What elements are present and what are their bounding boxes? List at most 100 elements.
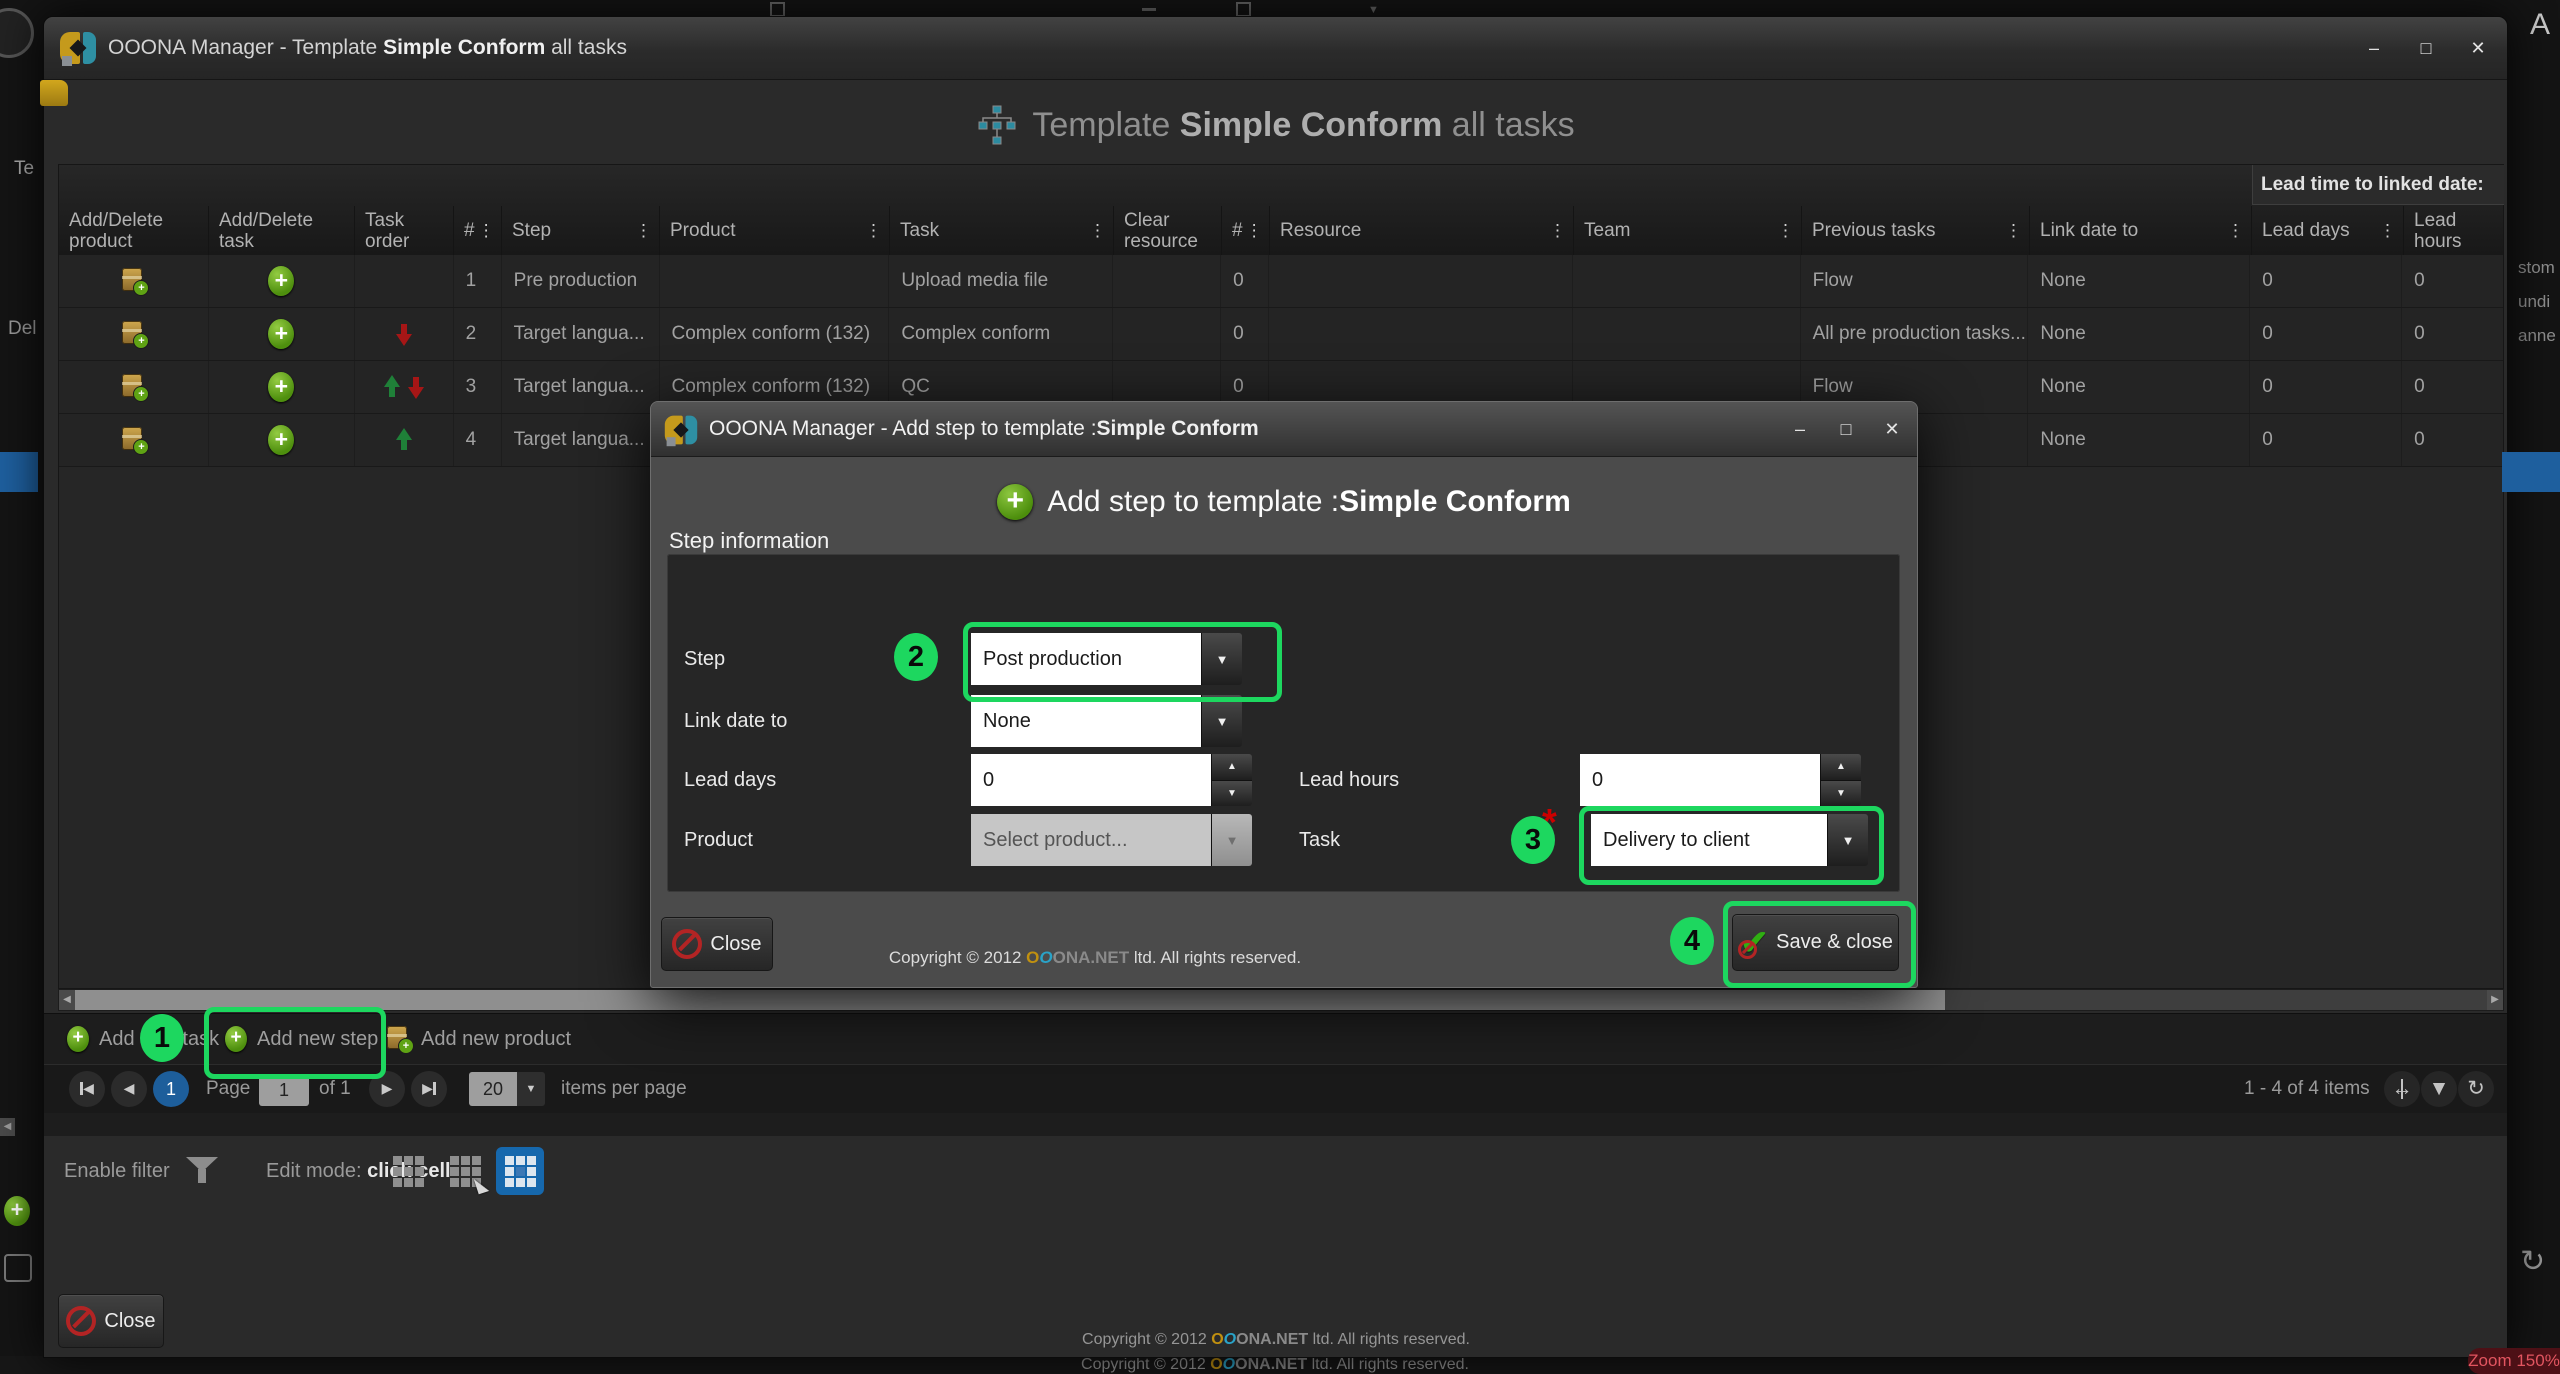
cell-resource-count[interactable]: 0 <box>1221 255 1269 307</box>
maximize-icon[interactable]: □ <box>2411 35 2441 61</box>
move-down-icon[interactable] <box>395 322 413 346</box>
cell-link-date-to[interactable]: None <box>2028 361 2250 413</box>
cell-lead-days[interactable]: 0 <box>2250 255 2402 307</box>
cell-previous-tasks[interactable]: All pre production tasks... <box>1801 308 2029 360</box>
add-task-icon[interactable]: + <box>268 425 294 455</box>
scroll-right-icon[interactable]: ▶ <box>2487 990 2503 1010</box>
cell-clear-resource[interactable] <box>1113 308 1221 360</box>
column-menu-icon[interactable]: ⋮ <box>2002 221 2025 241</box>
add-product-icon[interactable]: + <box>120 320 146 348</box>
previous-page-button[interactable]: ◀ <box>111 1071 147 1107</box>
column-header-step[interactable]: Step⋮ <box>502 206 660 255</box>
cell-resource-count[interactable]: 0 <box>1221 308 1269 360</box>
lead-hours-spinner[interactable]: 0 ▲▼ <box>1580 754 1861 806</box>
cell-lead-hours[interactable]: 0 <box>2402 361 2503 413</box>
column-header-clear-resource[interactable]: Clear resource <box>1114 206 1222 255</box>
column-header-resource[interactable]: Resource⋮ <box>1270 206 1574 255</box>
column-menu-icon[interactable]: ⋮ <box>2376 221 2399 241</box>
cell-lead-hours[interactable]: 0 <box>2402 255 2503 307</box>
cell-number[interactable]: 1 <box>454 255 502 307</box>
cell-lead-days[interactable]: 0 <box>2250 308 2402 360</box>
minimize-icon[interactable]: – <box>2359 35 2389 61</box>
add-product-icon[interactable]: + <box>120 267 146 295</box>
cell-link-date-to[interactable]: None <box>2028 255 2250 307</box>
spin-down-icon[interactable]: ▼ <box>1212 781 1252 807</box>
column-menu-icon[interactable]: ⋮ <box>1546 221 1569 241</box>
cell-number[interactable]: 4 <box>454 414 502 466</box>
add-product-icon[interactable]: + <box>120 426 146 454</box>
cell-task[interactable]: Complex conform <box>889 308 1113 360</box>
link-date-dropdown[interactable]: None ▼ <box>971 695 1242 747</box>
last-page-button[interactable]: ▶ <box>411 1071 447 1107</box>
filter-funnel-icon[interactable] <box>186 1155 218 1185</box>
cell-resource[interactable] <box>1269 255 1573 307</box>
scroll-left-icon[interactable]: ◀ <box>59 990 75 1010</box>
spin-down-icon[interactable]: ▼ <box>1821 781 1861 807</box>
column-header-add-delete-product[interactable]: Add/Delete product <box>59 206 209 255</box>
close-icon[interactable]: ✕ <box>2463 35 2493 61</box>
spin-up-icon[interactable]: ▲ <box>1212 754 1252 781</box>
add-task-icon[interactable]: + <box>268 372 294 402</box>
column-menu-icon[interactable]: ⋮ <box>475 221 498 241</box>
table-row[interactable]: ++✖1Pre productionUpload media file0Flow… <box>59 255 2503 308</box>
edit-mode-cell-button[interactable] <box>496 1147 544 1195</box>
page-size-value[interactable]: 20 <box>469 1072 517 1106</box>
cell-number[interactable]: 2 <box>454 308 502 360</box>
main-close-button[interactable]: Close <box>58 1294 164 1348</box>
fit-columns-icon[interactable]: ↔ <box>2384 1071 2420 1107</box>
cell-step[interactable]: Target langua... <box>502 308 660 360</box>
page-size-dropdown-icon[interactable]: ▼ <box>517 1072 545 1106</box>
move-down-icon[interactable] <box>407 375 425 399</box>
cell-product[interactable]: Complex conform (132) <box>660 308 890 360</box>
dialog-minimize-icon[interactable]: – <box>1785 416 1815 442</box>
cell-team[interactable] <box>1573 308 1801 360</box>
cell-lead-hours[interactable]: 0 <box>2402 308 2503 360</box>
cell-clear-resource[interactable] <box>1113 255 1221 307</box>
column-menu-icon[interactable]: ⋮ <box>1243 221 1266 241</box>
current-page-button[interactable]: 1 <box>153 1071 189 1107</box>
column-menu-icon[interactable]: ⋮ <box>1774 221 1797 241</box>
column-header-lead-hours[interactable]: Lead hours <box>2404 206 2505 255</box>
column-header-previous-tasks[interactable]: Previous tasks⋮ <box>1802 206 2030 255</box>
clear-filter-icon[interactable]: ▼ <box>2421 1071 2457 1107</box>
cell-step[interactable]: Pre production <box>502 255 660 307</box>
edit-mode-grid-button[interactable] <box>384 1147 432 1195</box>
column-header-number-2[interactable]: #⋮ <box>1222 206 1270 255</box>
add-product-icon[interactable]: + <box>120 373 146 401</box>
first-page-button[interactable]: ◀ <box>69 1071 105 1107</box>
dialog-maximize-icon[interactable]: □ <box>1831 416 1861 442</box>
cell-team[interactable] <box>1573 255 1801 307</box>
cell-link-date-to[interactable]: None <box>2028 414 2250 466</box>
lead-days-spinner[interactable]: 0 ▲▼ <box>971 754 1252 806</box>
horizontal-scrollbar[interactable]: ◀ ▶ <box>58 989 2504 1011</box>
cell-lead-hours[interactable]: 0 <box>2402 414 2503 466</box>
dialog-close-button[interactable]: Close <box>661 917 773 971</box>
column-header-number-1[interactable]: #⋮ <box>454 206 502 255</box>
spin-up-icon[interactable]: ▲ <box>1821 754 1861 781</box>
column-header-task-order[interactable]: Task order <box>355 206 454 255</box>
column-header-add-delete-task[interactable]: Add/Delete task <box>209 206 355 255</box>
cell-product[interactable] <box>660 255 890 307</box>
table-row[interactable]: +×+✖2Target langua...Complex conform (13… <box>59 308 2503 361</box>
column-menu-icon[interactable]: ⋮ <box>2224 221 2247 241</box>
cell-lead-days[interactable]: 0 <box>2250 414 2402 466</box>
move-up-icon[interactable] <box>383 375 401 399</box>
column-header-task[interactable]: Task⋮ <box>890 206 1114 255</box>
column-header-lead-days[interactable]: Lead days⋮ <box>2252 206 2404 255</box>
dialog-close-icon[interactable]: ✕ <box>1877 416 1907 442</box>
refresh-icon[interactable]: ↻ <box>2458 1071 2494 1107</box>
column-header-link-date-to[interactable]: Link date to⋮ <box>2030 206 2252 255</box>
column-header-product[interactable]: Product⋮ <box>660 206 890 255</box>
add-task-icon[interactable]: + <box>268 266 294 296</box>
cell-link-date-to[interactable]: None <box>2028 308 2250 360</box>
cell-resource[interactable] <box>1269 308 1573 360</box>
dialog-title-bar[interactable]: OOONA Manager - Add step to template :Si… <box>651 402 1917 457</box>
column-header-team[interactable]: Team⋮ <box>1574 206 1802 255</box>
cell-lead-days[interactable]: 0 <box>2250 361 2402 413</box>
cell-step[interactable]: Target langua... <box>502 361 660 413</box>
column-menu-icon[interactable]: ⋮ <box>862 221 885 241</box>
cell-task[interactable]: Upload media file <box>889 255 1113 307</box>
column-menu-icon[interactable]: ⋮ <box>1086 221 1109 241</box>
move-up-icon[interactable] <box>395 428 413 452</box>
cell-step[interactable]: Target langua... <box>502 414 660 466</box>
